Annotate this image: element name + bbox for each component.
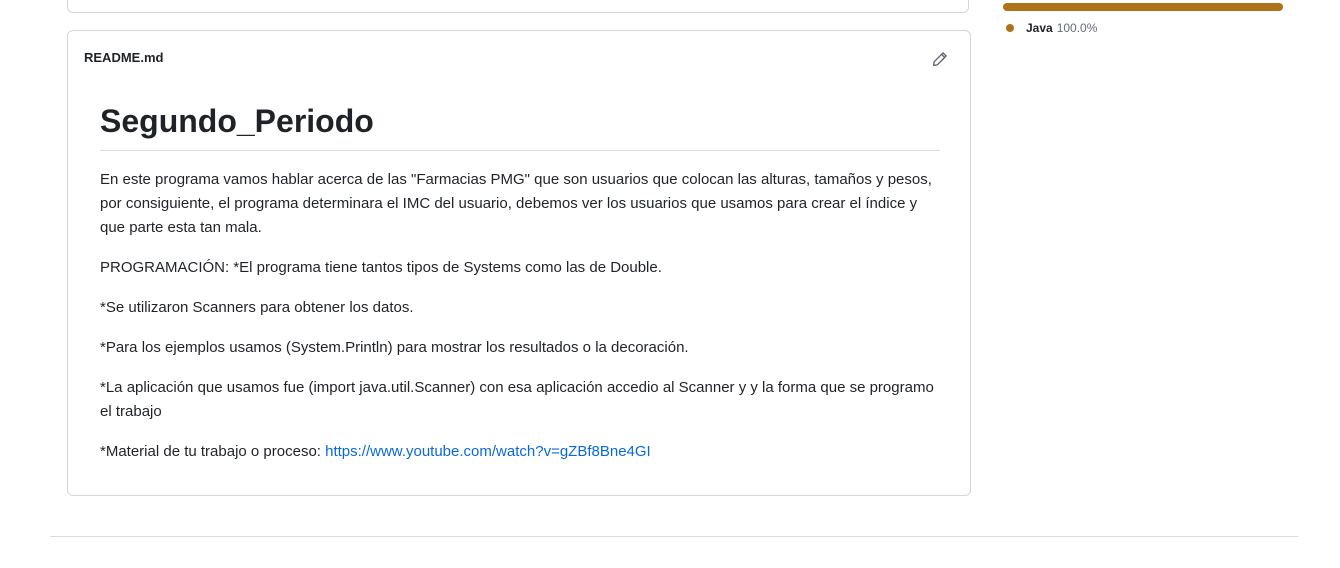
- material-label: *Material de tu trabajo o proceso:: [100, 443, 326, 460]
- readme-material-paragraph: *Material de tu trabajo o proceso: https…: [100, 440, 942, 464]
- language-percent: 100.0%: [1056, 21, 1098, 35]
- readme-filename[interactable]: README.md: [84, 50, 163, 65]
- readme-paragraph: PROGRAMACIÓN: *El programa tiene tantos …: [100, 259, 662, 276]
- pencil-icon: [932, 52, 947, 67]
- readme-paragraph: *Para los ejemplos usamos (System.Printl…: [100, 339, 689, 356]
- language-item-java[interactable]: Java 100.0%: [1006, 21, 1097, 35]
- language-name: Java: [1026, 21, 1053, 35]
- language-color-dot: [1006, 24, 1014, 32]
- readme-paragraph: *La aplicación que usamos fue (import ja…: [100, 379, 934, 420]
- readme-paragraph: *Se utilizaron Scanners para obtener los…: [100, 299, 414, 316]
- readme-paragraph: En este programa vamos hablar acerca de …: [100, 171, 932, 236]
- file-list-bottom-edge: [67, 0, 969, 13]
- language-bar: [1003, 3, 1283, 11]
- footer-divider: [50, 536, 1298, 537]
- edit-readme-button[interactable]: [930, 49, 950, 69]
- repository-page: README.md Segundo_Periodo En este progra…: [0, 0, 1340, 568]
- readme-body: En este programa vamos hablar acerca de …: [100, 168, 942, 480]
- youtube-link[interactable]: https://www.youtube.com/watch?v=gZBf8Bne…: [325, 443, 651, 460]
- readme-title: Segundo_Periodo: [100, 101, 940, 151]
- readme-container: README.md Segundo_Periodo En este progra…: [67, 30, 971, 496]
